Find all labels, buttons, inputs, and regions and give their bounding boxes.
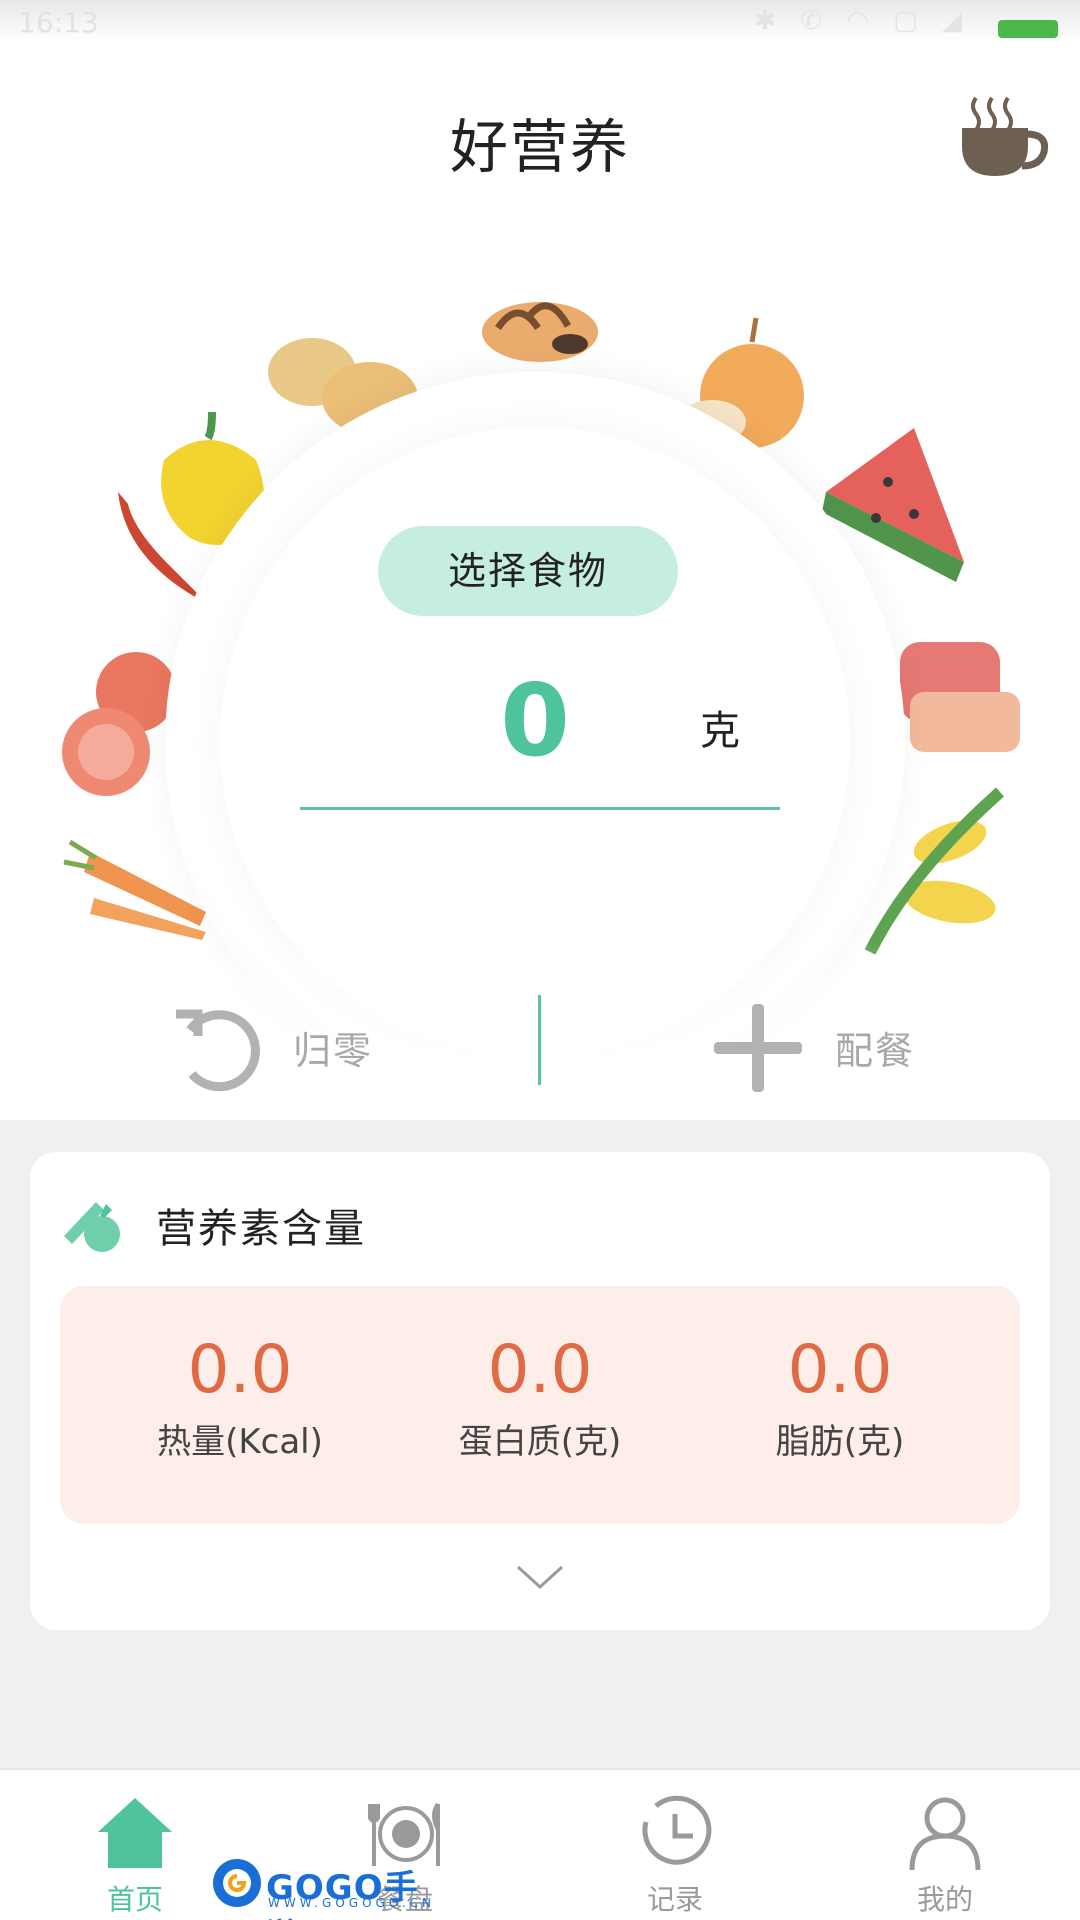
expand-button[interactable] (510, 1557, 570, 1597)
vegetable-icon (64, 1202, 120, 1252)
choose-food-button[interactable]: 选择食物 (378, 526, 678, 616)
coffee-cup-icon (962, 96, 1049, 176)
chevron-down-icon (516, 1565, 564, 1590)
bottom-nav: 首页 餐盘 记录 我的 (0, 1768, 1080, 1920)
page-title: 好营养 (449, 113, 630, 181)
nutrient-protein: 0.0 蛋白质(克) (390, 1330, 690, 1463)
nutrient-calories: 0.0 热量(Kcal) (90, 1330, 390, 1463)
nav-label-records: 记录 (646, 1883, 703, 1916)
meal-button[interactable]: 配餐 (710, 990, 970, 1100)
zero-label: 归零 (293, 1029, 374, 1073)
nutrient-label: 蛋白质(克) (458, 1422, 622, 1462)
nutrition-card: 营养素含量 0.0 热量(Kcal) 0.0 蛋白质(克) 0.0 脂肪(克) (30, 1152, 1050, 1630)
status-time: 16:13 (18, 6, 99, 39)
weight-underline (300, 807, 780, 810)
nutrient-label: 热量(Kcal) (157, 1422, 323, 1462)
nav-item-records[interactable]: 记录 (540, 1770, 810, 1920)
croissant-icon (482, 302, 598, 362)
nutrient-value: 0.0 (487, 1331, 593, 1408)
nutrition-title: 营养素含量 (156, 1206, 366, 1252)
meal-label: 配餐 (835, 1029, 916, 1073)
header: 好营养 (0, 42, 1080, 222)
status-bar: 16:13 ✱ ✆ ◠ ▢ ◢ (0, 0, 1080, 42)
home-icon (98, 1798, 172, 1868)
reset-icon (176, 1009, 260, 1092)
nav-item-profile[interactable]: 我的 (810, 1770, 1080, 1920)
zero-button[interactable]: 归零 (168, 990, 428, 1100)
watermark: GOGO手游网 WWW.GOGOGO.CN (210, 1856, 450, 1920)
nutrient-value: 0.0 (187, 1331, 293, 1408)
meat-icon (900, 642, 1020, 752)
plus-icon (714, 1004, 802, 1092)
nutrient-fat: 0.0 脂肪(克) (690, 1330, 990, 1463)
user-icon (909, 1797, 981, 1871)
weight-unit: 克 (700, 708, 740, 754)
nav-label-profile: 我的 (916, 1883, 973, 1916)
nutrient-label: 脂肪(克) (775, 1422, 905, 1462)
action-divider (538, 995, 541, 1085)
tomato-icon (62, 652, 176, 796)
nutrient-value: 0.0 (787, 1331, 893, 1408)
weight-value: 0 (500, 662, 570, 779)
nutrient-panel: 0.0 热量(Kcal) 0.0 蛋白质(克) 0.0 脂肪(克) (60, 1286, 1020, 1524)
status-icons: ✱ ✆ ◠ ▢ ◢ (754, 6, 970, 36)
clock-icon (642, 1795, 712, 1865)
action-row: 归零 配餐 (0, 980, 1080, 1110)
watermark-logo-icon (213, 1859, 261, 1907)
watermark-text: GOGO手游网 (266, 1868, 419, 1920)
battery-icon (998, 20, 1058, 38)
watermark-subtext: WWW.GOGOGO.CN (268, 1896, 435, 1910)
coffee-cup-button[interactable] (958, 88, 1052, 180)
